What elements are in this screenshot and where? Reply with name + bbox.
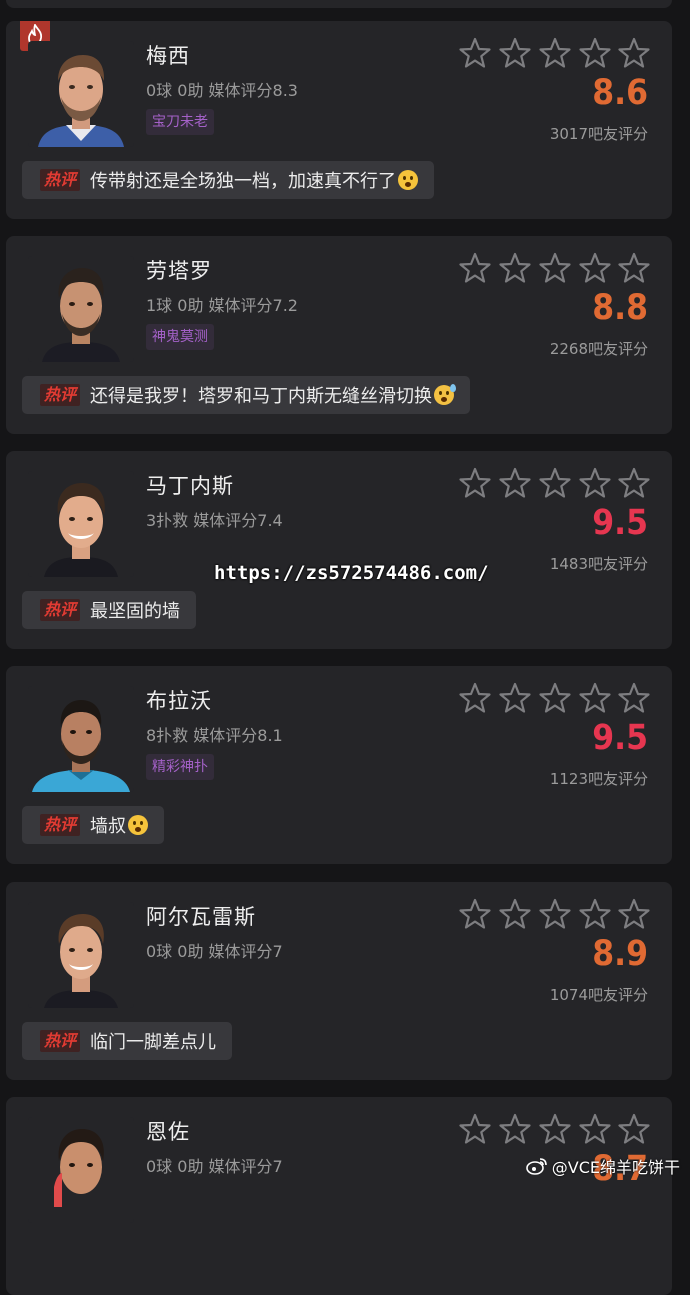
astonished-emoji — [128, 815, 149, 835]
player-name: 恩佐 — [146, 1120, 190, 1144]
star-outline-icon[interactable] — [498, 681, 532, 715]
star-outline-icon[interactable] — [617, 681, 651, 715]
star-outline-icon[interactable] — [617, 1112, 651, 1146]
star-outline-icon[interactable] — [498, 1112, 532, 1146]
hot-comment-badge: 热评 — [40, 599, 81, 621]
hot-comment[interactable]: 热评 墙叔 — [22, 806, 165, 844]
player-stats: 3扑救 媒体评分7.4 — [146, 511, 283, 530]
hot-comment-badge: 热评 — [40, 1030, 81, 1052]
star-outline-icon[interactable] — [578, 251, 612, 285]
star-outline-icon[interactable] — [578, 681, 612, 715]
star-outline-icon[interactable] — [578, 1112, 612, 1146]
star-outline-icon[interactable] — [617, 897, 651, 931]
star-outline-icon[interactable] — [578, 897, 612, 931]
star-rating[interactable] — [458, 1112, 651, 1146]
star-outline-icon[interactable] — [617, 36, 651, 70]
star-outline-icon[interactable] — [458, 36, 492, 70]
star-outline-icon[interactable] — [538, 1112, 572, 1146]
player-tag: 神鬼莫测 — [146, 324, 214, 350]
vote-count: 1074吧友评分 — [549, 986, 648, 1004]
player-name: 马丁内斯 — [146, 474, 234, 498]
star-outline-icon[interactable] — [498, 36, 532, 70]
vote-count: 1483吧友评分 — [549, 555, 648, 573]
player-name: 布拉沃 — [146, 689, 212, 713]
star-outline-icon[interactable] — [458, 1112, 492, 1146]
player-name: 梅西 — [146, 44, 190, 68]
weibo-watermark: @VCE绵羊吃饼干 — [525, 1155, 680, 1177]
player-card-enzo[interactable]: 恩佐 0球 0助 媒体评分7 8.7 — [6, 1097, 672, 1295]
hot-comment-badge: 热评 — [40, 814, 81, 836]
star-outline-icon[interactable] — [617, 251, 651, 285]
player-card-alvarez[interactable]: 阿尔瓦雷斯 0球 0助 媒体评分7 8.9 1074吧友评分 热评 临门一脚差点… — [6, 882, 672, 1080]
vote-count: 3017吧友评分 — [549, 125, 648, 143]
shocked-emoji — [398, 170, 419, 190]
star-outline-icon[interactable] — [538, 36, 572, 70]
player-card-messi[interactable]: 梅西 0球 0助 媒体评分8.3 宝刀未老 8.6 3017吧友评分 热评 传带… — [6, 21, 672, 219]
star-outline-icon[interactable] — [617, 466, 651, 500]
star-outline-icon[interactable] — [498, 897, 532, 931]
fan-score: 8.9 — [592, 934, 648, 974]
star-outline-icon[interactable] — [538, 466, 572, 500]
fan-score: 8.6 — [592, 73, 648, 113]
player-stats: 8扑救 媒体评分8.1 — [146, 726, 283, 745]
player-stats: 0球 0助 媒体评分7 — [146, 942, 283, 961]
player-avatar[interactable] — [28, 471, 134, 577]
star-rating[interactable] — [458, 36, 651, 70]
vote-count: 1123吧友评分 — [549, 770, 648, 788]
player-card-lautaro[interactable]: 劳塔罗 1球 0助 媒体评分7.2 神鬼莫测 8.8 2268吧友评分 热评 还… — [6, 236, 672, 434]
star-rating[interactable] — [458, 466, 651, 500]
star-outline-icon[interactable] — [578, 466, 612, 500]
hot-comment[interactable]: 热评 临门一脚差点儿 — [22, 1022, 233, 1060]
sweat-smile-emoji — [434, 384, 457, 405]
hot-comment-text: 传带射还是全场独一档，加速真不行了 — [90, 171, 397, 192]
player-card-bravo[interactable]: 布拉沃 8扑救 媒体评分8.1 精彩神扑 9.5 1123吧友评分 热评 墙叔 — [6, 666, 672, 864]
hot-comment[interactable]: 热评 最坚固的墙 — [22, 591, 197, 629]
player-stats: 0球 0助 媒体评分8.3 — [146, 81, 298, 100]
hot-comment[interactable]: 热评 还得是我罗！塔罗和马丁内斯无缝丝滑切换 — [22, 376, 471, 414]
hot-comment[interactable]: 热评 传带射还是全场独一档，加速真不行了 — [22, 161, 435, 199]
player-name: 阿尔瓦雷斯 — [146, 905, 256, 929]
previous-card-bottom — [6, 0, 672, 8]
star-outline-icon[interactable] — [458, 251, 492, 285]
star-rating[interactable] — [458, 681, 651, 715]
player-name: 劳塔罗 — [146, 259, 212, 283]
hot-comment-badge: 热评 — [40, 384, 81, 406]
player-avatar[interactable] — [28, 256, 134, 362]
player-avatar[interactable] — [28, 902, 134, 1008]
player-stats: 1球 0助 媒体评分7.2 — [146, 296, 298, 315]
fan-score: 8.8 — [592, 288, 648, 328]
fan-score: 9.5 — [592, 503, 648, 543]
player-tag: 宝刀未老 — [146, 109, 214, 135]
star-outline-icon[interactable] — [458, 466, 492, 500]
player-avatar[interactable] — [28, 1117, 134, 1223]
player-avatar[interactable] — [28, 686, 134, 792]
star-outline-icon[interactable] — [498, 466, 532, 500]
star-rating[interactable] — [458, 897, 651, 931]
hot-comment-badge: 热评 — [40, 169, 81, 191]
star-outline-icon[interactable] — [498, 251, 532, 285]
player-card-martinez[interactable]: 马丁内斯 3扑救 媒体评分7.4 9.5 1483吧友评分 热评 最坚固的墙 — [6, 451, 672, 649]
weibo-icon — [525, 1158, 547, 1175]
star-outline-icon[interactable] — [578, 36, 612, 70]
weibo-handle: @VCE绵羊吃饼干 — [551, 1158, 680, 1177]
player-avatar[interactable] — [28, 41, 134, 147]
hot-comment-text: 临门一脚差点儿 — [90, 1032, 217, 1053]
fan-score: 9.5 — [592, 718, 648, 758]
star-outline-icon[interactable] — [538, 251, 572, 285]
hot-comment-text: 最坚固的墙 — [90, 601, 181, 622]
star-outline-icon[interactable] — [458, 681, 492, 715]
watermark-url: https://zs572574486.com/ — [214, 562, 489, 584]
vote-count: 2268吧友评分 — [549, 340, 648, 358]
hot-comment-text: 墙叔 — [90, 816, 127, 837]
star-outline-icon[interactable] — [538, 681, 572, 715]
star-outline-icon[interactable] — [538, 897, 572, 931]
star-outline-icon[interactable] — [458, 897, 492, 931]
player-stats: 0球 0助 媒体评分7 — [146, 1157, 283, 1176]
star-rating[interactable] — [458, 251, 651, 285]
player-tag: 精彩神扑 — [146, 754, 214, 780]
hot-comment-text: 还得是我罗！塔罗和马丁内斯无缝丝滑切换 — [90, 386, 433, 407]
